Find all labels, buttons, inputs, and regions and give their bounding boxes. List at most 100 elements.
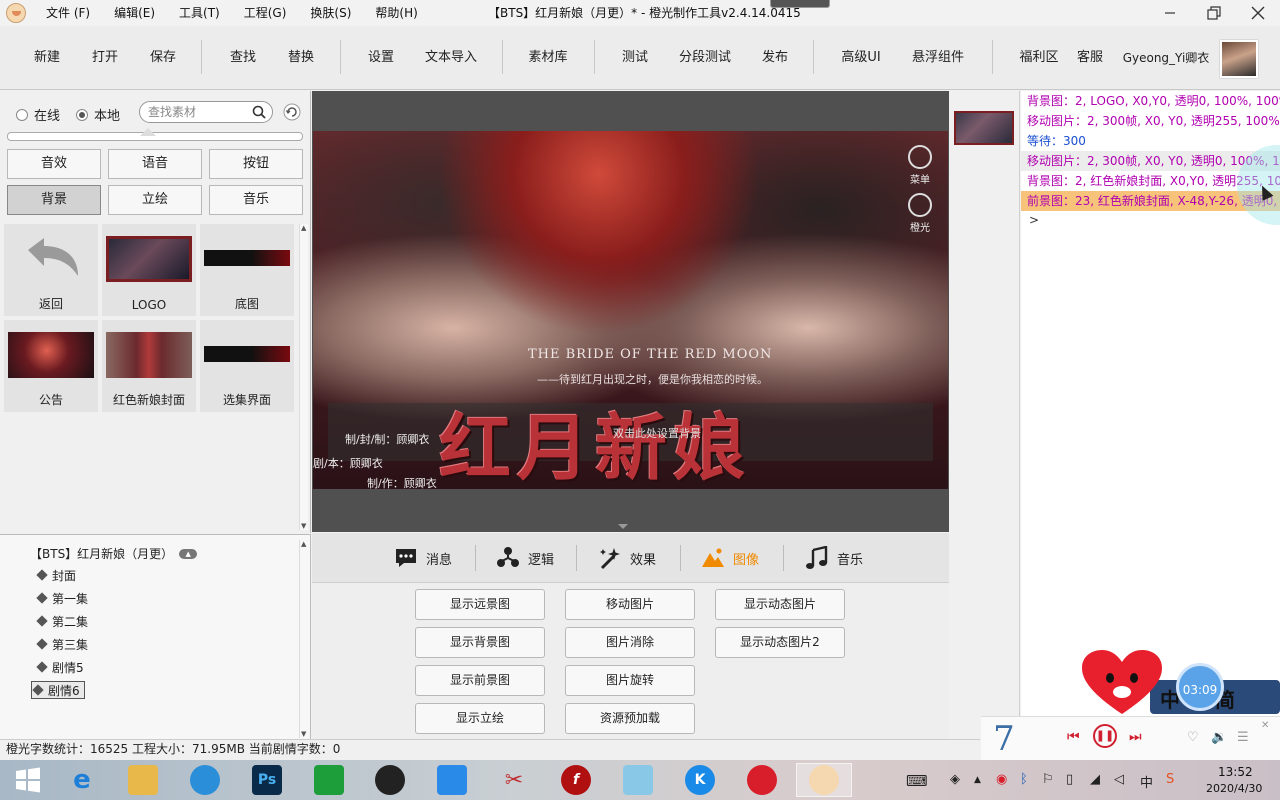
- script-line[interactable]: 等待：300: [1027, 131, 1086, 151]
- asset-item-back[interactable]: 返回: [4, 224, 98, 316]
- category-button[interactable]: 按钮: [209, 149, 303, 179]
- menu-project[interactable]: 工程(G): [232, 0, 299, 26]
- menu-edit[interactable]: 编辑(E): [102, 0, 167, 26]
- menu-file[interactable]: 文件 (F): [34, 0, 102, 26]
- save-button[interactable]: 保存: [146, 26, 180, 90]
- taskbar-snipping[interactable]: ✂: [486, 763, 542, 797]
- tree-item-cover[interactable]: 封面: [36, 566, 80, 584]
- text-import-button[interactable]: 文本导入: [420, 26, 482, 90]
- username-label[interactable]: Gyeong_Yi卿衣: [1118, 26, 1214, 90]
- volume-icon[interactable]: 🔉: [1211, 730, 1227, 745]
- rotate-image-button[interactable]: 图片旋转: [565, 665, 695, 696]
- scroll-down-icon[interactable]: ▼: [301, 730, 306, 738]
- welfare-button[interactable]: 福利区: [1016, 26, 1062, 90]
- pause-icon[interactable]: ❚❚: [1093, 724, 1117, 748]
- support-button[interactable]: 客服: [1074, 26, 1106, 90]
- menu-skin[interactable]: 换肤(S): [298, 0, 363, 26]
- tree-root[interactable]: 【BTS】红月新娘（月更） ▲: [30, 545, 198, 562]
- scroll-up-icon[interactable]: ▲: [301, 540, 306, 548]
- find-button[interactable]: 查找: [226, 26, 260, 90]
- asset-item-logo[interactable]: LOGO: [102, 224, 196, 316]
- tab-image[interactable]: 图像: [701, 533, 759, 583]
- taskbar-kugou[interactable]: K: [672, 763, 728, 797]
- scroll-down-icon[interactable]: ▼: [301, 522, 306, 530]
- replace-button[interactable]: 替换: [284, 26, 318, 90]
- show-far-bg-button[interactable]: 显示远景图: [415, 589, 545, 620]
- category-sound-effect[interactable]: 音效: [7, 149, 101, 179]
- sogou-icon[interactable]: S: [1166, 772, 1174, 787]
- move-image-button[interactable]: 移动图片: [565, 589, 695, 620]
- ime-icon[interactable]: 中: [1140, 772, 1153, 791]
- taskbar-flash[interactable]: f: [548, 763, 604, 797]
- category-background[interactable]: 背景: [7, 185, 101, 215]
- asset-item-base[interactable]: 底图: [200, 224, 294, 316]
- category-music[interactable]: 音乐: [209, 185, 303, 215]
- scene-canvas[interactable]: 菜单 橙光 THE BRIDE OF THE RED MOON ——待到红月出现…: [313, 131, 948, 489]
- taskbar-ie[interactable]: e: [54, 763, 110, 797]
- taskbar-store[interactable]: [301, 763, 357, 797]
- netease-tray-icon[interactable]: ◉: [996, 772, 1007, 787]
- taskbar-netease-music[interactable]: [734, 763, 790, 797]
- taskbar-explorer[interactable]: [115, 763, 171, 797]
- speaker-icon[interactable]: ◁: [1114, 772, 1124, 787]
- script-prompt[interactable]: >: [1029, 213, 1039, 227]
- device-icon[interactable]: ▯: [1066, 772, 1073, 787]
- bluetooth-icon[interactable]: ᛒ: [1020, 772, 1028, 787]
- show-animated-image-button[interactable]: 显示动态图片: [715, 589, 845, 620]
- preload-resources-button[interactable]: 资源预加载: [565, 703, 695, 734]
- menu-help[interactable]: 帮助(H): [363, 0, 429, 26]
- search-icon[interactable]: [252, 105, 266, 119]
- flag-icon[interactable]: ⚐: [1042, 772, 1054, 787]
- show-animated-image-2-button[interactable]: 显示动态图片2: [715, 627, 845, 658]
- taskbar-notepad[interactable]: [610, 763, 666, 797]
- open-button[interactable]: 打开: [88, 26, 122, 90]
- taskbar-browser[interactable]: [177, 763, 233, 797]
- floating-widget-button[interactable]: 悬浮组件: [908, 26, 968, 90]
- new-button[interactable]: 新建: [30, 26, 64, 90]
- tree-scrollbar[interactable]: ▲ ▼: [299, 540, 308, 738]
- keyboard-icon[interactable]: ⌨: [906, 772, 928, 790]
- category-voice[interactable]: 语音: [108, 149, 202, 179]
- minimize-button[interactable]: [1148, 0, 1192, 26]
- asset-item-episode-select[interactable]: 选集界面: [200, 320, 294, 412]
- restore-button[interactable]: [1192, 0, 1236, 26]
- segment-test-button[interactable]: 分段测试: [674, 26, 736, 90]
- asset-scrollbar[interactable]: ▲ ▼: [299, 224, 308, 530]
- tree-item-plot-5[interactable]: 剧情5: [36, 658, 88, 676]
- source-online-radio[interactable]: 在线: [16, 105, 60, 124]
- slider-thumb[interactable]: [140, 128, 156, 136]
- tab-logic[interactable]: 逻辑: [496, 533, 554, 583]
- scene-menu-button[interactable]: 菜单: [903, 145, 937, 186]
- taskbar-orange-tool[interactable]: [796, 763, 852, 797]
- clock-time[interactable]: 13:52: [1218, 765, 1253, 779]
- show-standing-button[interactable]: 显示立绘: [415, 703, 545, 734]
- publish-button[interactable]: 发布: [758, 26, 792, 90]
- category-standing[interactable]: 立绘: [108, 185, 202, 215]
- heart-icon[interactable]: ♡: [1187, 730, 1199, 745]
- asset-library-button[interactable]: 素材库: [524, 26, 572, 90]
- test-button[interactable]: 测试: [618, 26, 652, 90]
- taskbar-photoshop[interactable]: Ps: [239, 763, 295, 797]
- refresh-icon[interactable]: [283, 103, 301, 121]
- close-button[interactable]: [1236, 0, 1280, 26]
- preview-collapse-icon[interactable]: [618, 524, 628, 529]
- timeline-thumbnail[interactable]: [954, 111, 1014, 145]
- user-avatar[interactable]: [1220, 40, 1258, 78]
- scene-orange-button[interactable]: 橙光: [903, 193, 937, 234]
- taskbar-cloud[interactable]: [424, 763, 480, 797]
- menu-tools[interactable]: 工具(T): [167, 0, 232, 26]
- asset-search-input[interactable]: [148, 104, 248, 120]
- clock-date[interactable]: 2020/4/30: [1206, 782, 1262, 795]
- next-track-icon[interactable]: ⏭: [1129, 729, 1142, 745]
- close-icon[interactable]: ✕: [1261, 720, 1269, 731]
- show-fg-button[interactable]: 显示前景图: [415, 665, 545, 696]
- scene-preview[interactable]: 菜单 橙光 THE BRIDE OF THE RED MOON ——待到红月出现…: [312, 91, 949, 532]
- tree-item-episode-1[interactable]: 第一集: [36, 589, 92, 607]
- previous-track-icon[interactable]: ⏮: [1067, 729, 1080, 745]
- script-command-list[interactable]: 背景图：2, LOGO, X0,Y0, 透明0, 100%, 100% 移动图片…: [1021, 91, 1280, 717]
- asset-item-red-bride-cover[interactable]: 红色新娘封面: [102, 320, 196, 412]
- advanced-ui-button[interactable]: 高级UI: [836, 26, 886, 90]
- security-icon[interactable]: ◈: [950, 772, 960, 787]
- script-line[interactable]: 背景图：2, LOGO, X0,Y0, 透明0, 100%, 100%: [1027, 91, 1280, 111]
- tab-effect[interactable]: 效果: [598, 533, 656, 583]
